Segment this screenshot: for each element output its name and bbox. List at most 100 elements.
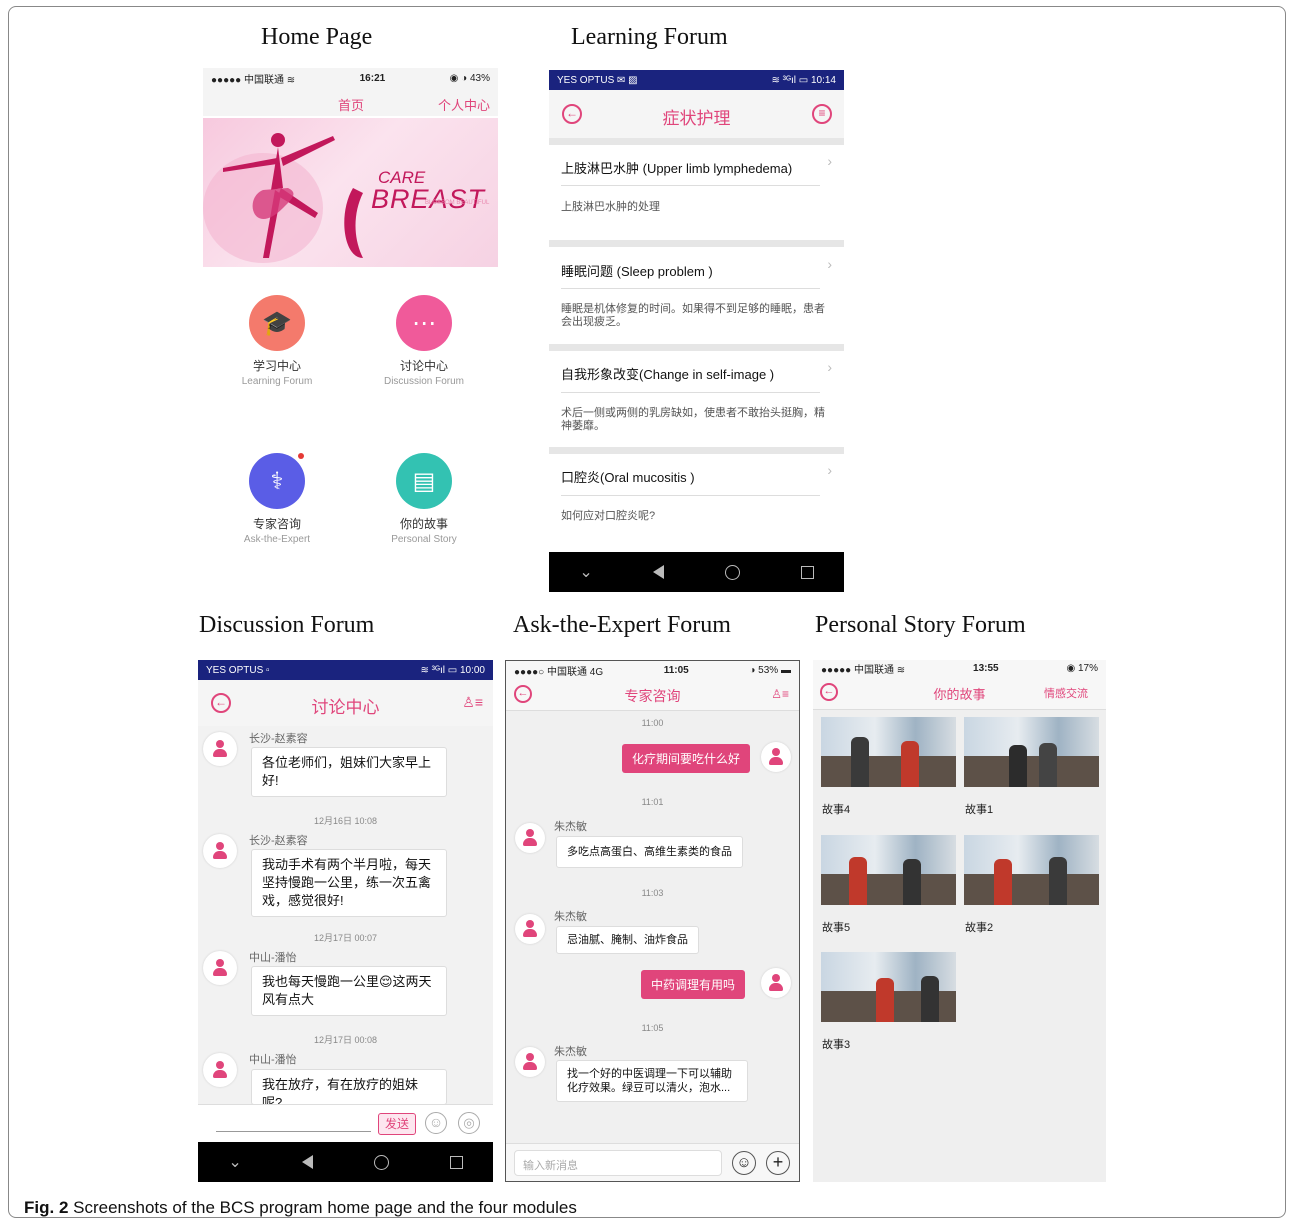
chevron-down-icon[interactable]: ⌄ (228, 1152, 241, 1172)
list-item[interactable]: 上肢淋巴水肿 (Upper limb lymphedema) › 上肢淋巴水肿的… (549, 145, 844, 240)
menu-icon[interactable]: ≡ (812, 104, 832, 124)
back-nav-icon[interactable] (653, 565, 665, 579)
status-time: ≋ ³ᴳıl ▭ 10:14 (771, 74, 836, 86)
divider (561, 288, 820, 289)
item-summary: 上肢淋巴水肿的处理 (561, 201, 660, 213)
user-message-bubble: 化疗期间要吃什么好 (622, 744, 751, 773)
figure-label: Fig. 2 (24, 1198, 69, 1217)
status-bar: YES OPTUS ▫ ≋ ³ᴳıl ▭ 10:00 (198, 660, 493, 680)
tile-label-zh: 学习中心 (252, 359, 301, 373)
photo-figure (851, 737, 869, 787)
divider (549, 447, 844, 454)
item-title: 自我形象改变(Change in self-image ) (561, 367, 775, 382)
photo-figure (921, 976, 939, 1022)
avatar (203, 834, 237, 868)
status-time: 13:55 (973, 662, 999, 674)
members-icon[interactable]: ♙≡ (771, 687, 789, 701)
story-caption[interactable]: 故事5 (822, 919, 850, 935)
members-icon[interactable]: ♙≡ (462, 694, 483, 711)
page-title: 症状护理 (662, 109, 731, 128)
home-screen: ●●●●● 中国联通 ≋ 16:21 ◉ ◑ 43% 首页 个人中心 CARE … (203, 68, 498, 568)
story-caption[interactable]: 故事4 (822, 801, 850, 817)
message-author: 长沙-赵素容 (249, 835, 308, 847)
story-photo[interactable] (821, 952, 956, 1022)
message-bubble: 我在放疗，有在放疗的姐妹呢? (251, 1069, 447, 1105)
message-bubble: 我也每天慢跑一公里😌这两天风有点大 (251, 966, 447, 1016)
home-nav-icon[interactable] (725, 564, 740, 580)
expert-avatar (515, 823, 545, 853)
tile-glyph: ⋯ (412, 309, 436, 337)
tile-glyph: 🎓 (262, 309, 292, 337)
person-icon (522, 1053, 538, 1071)
personal-story-tile[interactable]: ▤ 你的故事 Personal Story (359, 453, 489, 545)
status-bar: ●●●●○ 中国联通 4G 11:05 ◑ 53% ▬ (506, 661, 799, 679)
story-caption[interactable]: 故事1 (965, 801, 993, 817)
message-timestamp: 12月17日 00:08 (313, 1035, 378, 1045)
carrier-text: ●●●●○ 中国联通 4G (514, 666, 604, 678)
message-timestamp: 12月16日 10:08 (313, 816, 378, 826)
tile-label-en: Discussion Forum (383, 376, 465, 387)
tile-glyph: ⚕ (270, 467, 284, 495)
message-input[interactable]: 输入新消息 (514, 1150, 722, 1176)
story-caption[interactable]: 故事2 (965, 919, 993, 935)
story-caption[interactable]: 故事3 (822, 1036, 850, 1052)
recents-nav-icon[interactable] (800, 565, 814, 579)
message-author: 中山-潘怡 (249, 952, 297, 964)
graduation-cap-icon: 🎓 (249, 295, 305, 351)
photo-figure (901, 741, 919, 787)
tab-home[interactable]: 首页 (338, 95, 364, 114)
learning-panel-title: Learning Forum (571, 24, 728, 50)
item-title: 口腔炎(Oral mucositis ) (561, 470, 695, 485)
list-item[interactable]: 睡眠问题 (Sleep problem ) › 睡眠是机体修复的时间。如果得不到… (549, 247, 844, 344)
emoji-icon[interactable]: ☺ (732, 1151, 756, 1175)
photo-floor (821, 873, 956, 905)
page-title: 专家咨询 (624, 688, 681, 704)
emotion-exchange-link[interactable]: 情感交流 (1044, 685, 1088, 701)
discussion-header: ← 讨论中心 ♙≡ (198, 680, 493, 726)
photo-figure (1009, 745, 1027, 787)
expert-message-bubble: 找一个好的中医调理一下可以辅助化疗效果。绿豆可以清火，泡水... (556, 1060, 748, 1102)
story-screen: ●●●●● 中国联通 ≋ 13:55 ◉ 17% ← 你的故事 情感交流 故事4… (813, 660, 1106, 1182)
image-icon[interactable]: ◎ (458, 1112, 480, 1134)
story-photo[interactable] (964, 717, 1099, 787)
chevron-down-icon[interactable]: ⌄ (579, 562, 592, 582)
ask-expert-tile[interactable]: ⚕ 专家咨询 Ask-the-Expert (212, 453, 342, 545)
expert-message-bubble: 忌油腻、腌制、油炸食品 (556, 926, 699, 954)
learning-forum-tile[interactable]: 🎓 学习中心 Learning Forum (212, 295, 342, 387)
home-nav-icon[interactable] (374, 1154, 389, 1170)
carrier-text: ●●●●● 中国联通 ≋ (821, 664, 906, 676)
story-photo[interactable] (821, 717, 956, 787)
message-timestamp: 11:05 (641, 1023, 664, 1033)
message-timestamp: 11:01 (641, 797, 664, 807)
carrier-text: YES OPTUS ✉ ▨ (557, 74, 638, 86)
discussion-forum-tile[interactable]: ⋯ 讨论中心 Discussion Forum (359, 295, 489, 387)
add-icon[interactable]: + (766, 1151, 790, 1175)
list-item[interactable]: 自我形象改变(Change in self-image ) › 术后一侧或两侧的… (549, 351, 844, 447)
photo-wall (964, 835, 1099, 874)
back-nav-icon[interactable] (302, 1155, 314, 1169)
expert-screen: ●●●●○ 中国联通 4G 11:05 ◑ 53% ▬ ← 专家咨询 ♙≡ 11… (505, 660, 800, 1182)
status-bar: ●●●●● 中国联通 ≋ 16:21 ◉ ◑ 43% (203, 68, 498, 88)
composer-bar: 发送 ☺ ◎ (198, 1104, 493, 1142)
recents-nav-icon[interactable] (449, 1155, 463, 1169)
message-bubble: 各位老师们，姐妹们大家早上好! (251, 747, 447, 797)
message-input[interactable] (216, 1131, 371, 1132)
story-photo[interactable] (821, 835, 956, 905)
book-icon: ▤ (396, 453, 452, 509)
chevron-right-icon: › (827, 256, 832, 272)
photo-figure (903, 859, 921, 905)
expert-header: ← 专家咨询 ♙≡ (506, 679, 799, 711)
story-photo[interactable] (964, 835, 1099, 905)
battery-text: ◑ 53% ▬ (749, 664, 791, 676)
tile-label-en: Personal Story (391, 534, 457, 545)
list-item[interactable]: 口腔炎(Oral mucositis ) › 如何应对口腔炎呢? (549, 454, 844, 552)
care-breast-banner: CARE BREAST BLOSSOM BEAUTIFUL (203, 118, 498, 267)
item-summary: 如何应对口腔炎呢? (561, 510, 656, 522)
emoji-icon[interactable]: ☺ (425, 1112, 447, 1134)
chevron-right-icon: › (827, 359, 832, 375)
avatar (761, 742, 791, 772)
person-icon (212, 842, 228, 860)
photo-wall (964, 717, 1099, 756)
send-button[interactable]: 发送 (378, 1113, 417, 1135)
tab-profile[interactable]: 个人中心 (438, 95, 490, 114)
